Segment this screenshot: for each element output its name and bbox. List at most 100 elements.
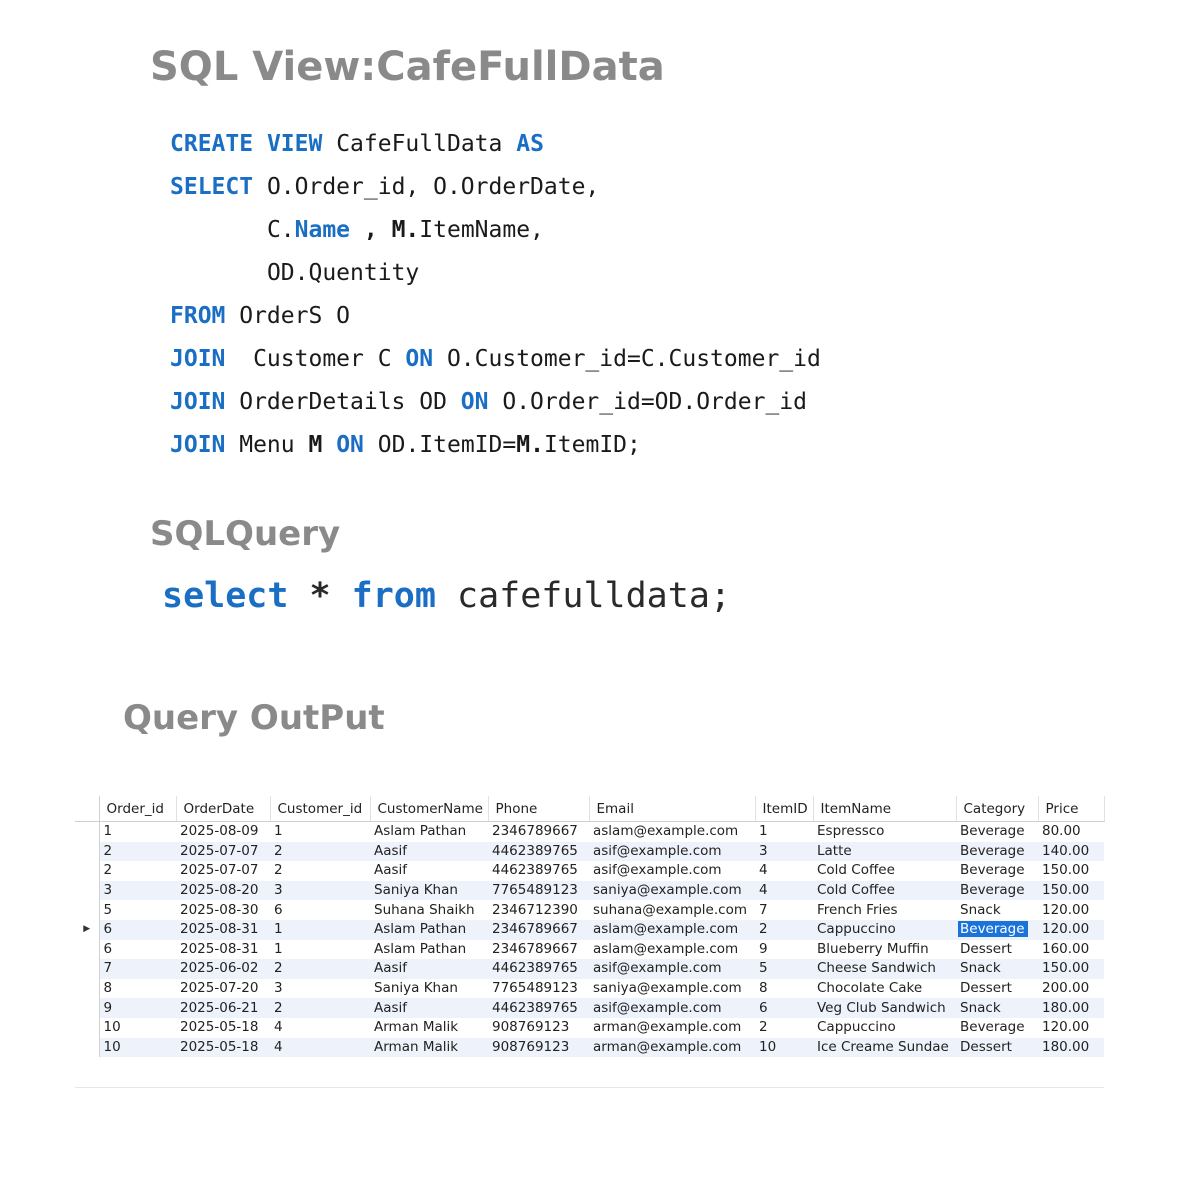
cell-email[interactable]: aslam@example.com [589,919,755,940]
cell-itemid[interactable]: 2 [755,1018,813,1038]
table-row[interactable]: 5 2025-08-30 6 Suhana Shaikh 2346712390 suhan… [75,900,1104,920]
table-row[interactable]: 6 2025-08-31 1 Aslam Pathan 2346789667 aslam@… [75,939,1104,960]
cell-orderdate[interactable]: 2025-05-18 [176,1037,270,1058]
cell-price[interactable]: 120.00 [1038,919,1104,940]
cell-email[interactable]: asif@example.com [589,998,755,1018]
cell-customername[interactable]: Aasif [370,841,488,862]
cell-category[interactable]: Dessert [956,979,1038,999]
cell-price[interactable]: 120.00 [1038,1018,1104,1038]
cell-itemname[interactable]: Cold Coffee [813,880,956,901]
column-header-category[interactable]: Category [956,796,1039,822]
cell-itemname[interactable]: Veg Club Sandwich [813,998,956,1018]
cell-order-id[interactable]: 8 [99,979,176,999]
cell-itemid[interactable]: 5 [755,959,813,979]
cell-order-id[interactable]: 3 [99,880,176,901]
cell-phone[interactable]: 4462389765 [488,841,589,862]
cell-category[interactable]: Snack [956,998,1038,1018]
column-header-customer-id[interactable]: Customer_id [270,796,371,822]
cell-itemname[interactable]: Chocolate Cake [813,979,956,999]
cell-customer-id[interactable]: 4 [270,1037,370,1058]
cell-itemname[interactable]: Ice Creame Sundae [813,1037,956,1058]
cell-price[interactable]: 200.00 [1038,979,1104,999]
row-header[interactable] [75,841,100,862]
cell-price[interactable]: 150.00 [1038,959,1104,979]
cell-itemid[interactable]: 2 [755,919,813,940]
cell-orderdate[interactable]: 2025-08-20 [176,880,270,901]
cell-category[interactable]: Snack [956,959,1038,979]
cell-itemname[interactable]: Latte [813,841,956,862]
cell-customername[interactable]: Aslam Pathan [370,919,488,940]
cell-itemname[interactable]: Cappuccino [813,919,956,940]
cell-customer-id[interactable]: 3 [270,880,370,901]
table-row[interactable]: 2 2025-07-07 2 Aasif 4462389765 asif@example.… [75,861,1104,881]
cell-customer-id[interactable]: 2 [270,861,370,881]
table-row[interactable]: 2 2025-07-07 2 Aasif 4462389765 asif@example.… [75,841,1104,862]
cell-category[interactable]: Beverage [956,880,1038,901]
cell-order-id[interactable]: 9 [99,998,176,1018]
table-row[interactable]: 7 2025-06-02 2 Aasif 4462389765 asif@example.… [75,959,1104,979]
cell-category[interactable]: Beverage [956,822,1038,842]
cell-order-id[interactable]: 6 [99,919,176,940]
column-header-email[interactable]: Email [589,796,756,822]
cell-category[interactable]: Beverage [956,1018,1038,1038]
row-header[interactable] [75,900,100,920]
column-header-orderdate[interactable]: OrderDate [176,796,271,822]
cell-phone[interactable]: 2346712390 [488,900,589,920]
cell-price[interactable]: 120.00 [1038,900,1104,920]
row-header[interactable] [75,998,100,1018]
cell-email[interactable]: suhana@example.com [589,900,755,920]
cell-customername[interactable]: Aasif [370,959,488,979]
cell-itemid[interactable]: 1 [755,822,813,842]
row-header[interactable] [75,959,100,979]
cell-orderdate[interactable]: 2025-06-02 [176,959,270,979]
cell-customer-id[interactable]: 6 [270,900,370,920]
row-header[interactable] [75,1017,100,1038]
cell-email[interactable]: saniya@example.com [589,880,755,901]
results-grid[interactable]: Order_id OrderDate Customer_id CustomerName… [75,796,1105,1058]
cell-order-id[interactable]: 7 [99,959,176,979]
cell-itemid[interactable]: 6 [755,998,813,1018]
cell-email[interactable]: aslam@example.com [589,940,755,960]
cell-customername[interactable]: Aasif [370,998,488,1018]
cell-customername[interactable]: Aslam Pathan [370,940,488,960]
cell-phone[interactable]: 908769123 [488,1018,589,1038]
cell-price[interactable]: 180.00 [1038,1037,1104,1058]
table-row[interactable]: 9 2025-06-21 2 Aasif 4462389765 asif@example.… [75,998,1104,1018]
cell-email[interactable]: asif@example.com [589,959,755,979]
cell-phone[interactable]: 2346789667 [488,822,589,842]
cell-price[interactable]: 180.00 [1038,998,1104,1018]
column-header-customername[interactable]: CustomerName [370,796,489,822]
row-header[interactable]: ▶ [75,919,100,940]
cell-orderdate[interactable]: 2025-08-30 [176,900,270,920]
column-header-order-id[interactable]: Order_id [99,796,177,822]
table-row[interactable]: 1 2025-08-09 1 Aslam Pathan 2346789667 aslam@… [75,821,1104,842]
cell-price[interactable]: 140.00 [1038,841,1104,862]
cell-category[interactable]: Snack [956,900,1038,920]
cell-itemid[interactable]: 4 [755,880,813,901]
cell-phone[interactable]: 4462389765 [488,959,589,979]
cell-customername[interactable]: Arman Malik [370,1037,488,1058]
cell-itemname[interactable]: Blueberry Muffin [813,940,956,960]
cell-order-id[interactable]: 2 [99,841,176,862]
cell-itemid[interactable]: 4 [755,861,813,881]
cell-email[interactable]: arman@example.com [589,1037,755,1058]
cell-orderdate[interactable]: 2025-06-21 [176,998,270,1018]
row-header[interactable] [75,861,100,881]
cell-itemid[interactable]: 9 [755,940,813,960]
cell-orderdate[interactable]: 2025-05-18 [176,1018,270,1038]
cell-orderdate[interactable]: 2025-07-20 [176,979,270,999]
cell-itemid[interactable]: 3 [755,841,813,862]
cell-customername[interactable]: Suhana Shaikh [370,900,488,920]
table-row[interactable]: 8 2025-07-20 3 Saniya Khan 7765489123 saniya@… [75,978,1104,999]
cell-order-id[interactable]: 2 [99,861,176,881]
cell-itemname[interactable]: Cold Coffee [813,861,956,881]
cell-order-id[interactable]: 10 [99,1018,176,1038]
cell-orderdate[interactable]: 2025-07-07 [176,841,270,862]
table-row[interactable]: 10 2025-05-18 4 Arman Malik 908769123 arman@e… [75,1017,1104,1038]
cell-orderdate[interactable]: 2025-07-07 [176,861,270,881]
cell-customer-id[interactable]: 4 [270,1018,370,1038]
cell-price[interactable]: 150.00 [1038,861,1104,881]
cell-email[interactable]: arman@example.com [589,1018,755,1038]
cell-customer-id[interactable]: 1 [270,919,370,940]
cell-price[interactable]: 150.00 [1038,880,1104,901]
